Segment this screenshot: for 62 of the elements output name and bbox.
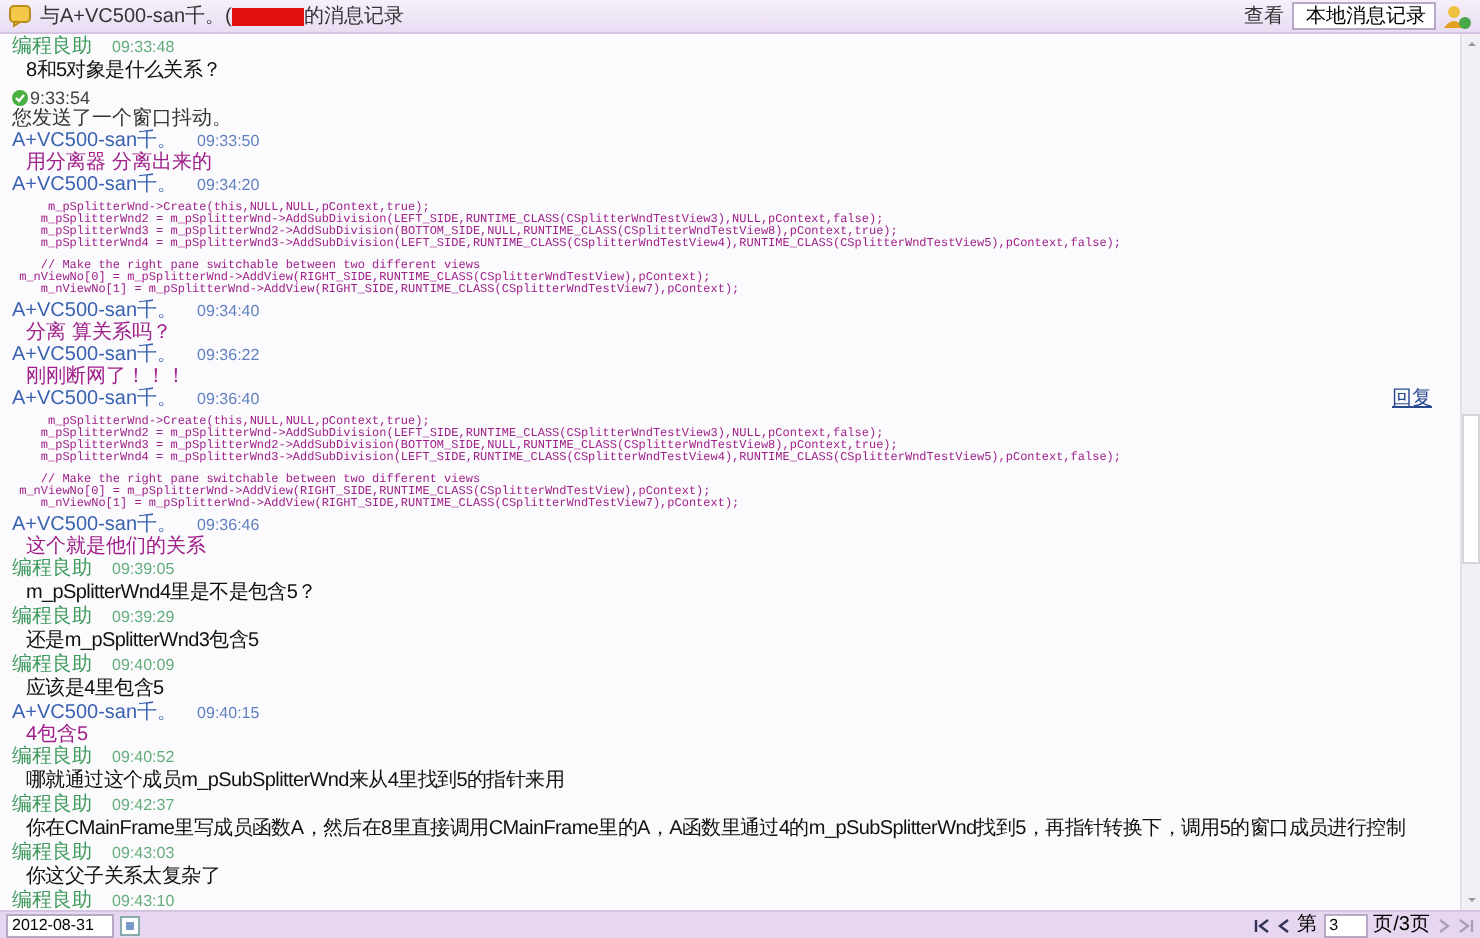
message-text: 这个就是他们的关系 (26, 538, 208, 558)
message-time: 09:43:10 (112, 890, 175, 910)
source-dropdown[interactable]: 本地消息记录 (1292, 2, 1436, 30)
message-text: 8和5对象是什么关系？ (24, 60, 224, 84)
message-time: 09:40:15 (197, 702, 260, 726)
sender-name: 编程良助 (12, 606, 92, 630)
message-time: 09:36:22 (197, 344, 260, 368)
page-field[interactable]: 3 (1323, 913, 1368, 937)
message-text: 你这父子关系太复杂了 (24, 866, 223, 889)
message-time: 09:36:46 (197, 514, 260, 535)
sender-name: 编程良助 (12, 842, 92, 865)
message-text: 还是m_pSplitterWnd3包含5 (24, 630, 261, 653)
message-time: 09:34:40 (197, 300, 260, 324)
message-text: 分离 算关系吗？ (24, 324, 174, 344)
message-time: 09:39:29 (112, 606, 175, 630)
redaction-bar (231, 7, 304, 25)
reply-link[interactable]: 回复 (1392, 388, 1432, 412)
sender-name: A+VC500-san千。 (12, 388, 178, 412)
page-total-label: 页/3页 (1373, 912, 1430, 938)
sender-name: 编程良助 (12, 890, 92, 910)
window-title: 与A+VC500-san千。( (40, 3, 232, 31)
message-text: 用分离器 分离出来的 (24, 154, 214, 174)
previous-page-icon[interactable] (1275, 917, 1292, 933)
message-time: 09:39:05 (112, 558, 175, 582)
message-text: 应该是4里包含5 (24, 678, 166, 701)
sender-name: A+VC500-san千。 (12, 174, 178, 198)
sender-name: A+VC500-san千。 (12, 130, 178, 152)
sender-name: 编程良助 (12, 36, 92, 59)
sender-name: A+VC500-san千。 (12, 300, 178, 322)
window-title-suffix: 的消息记录 (303, 3, 404, 31)
sender-name: 编程良助 (12, 746, 92, 769)
message-text: 刚刚断网了！！！ (24, 368, 188, 388)
scroll-thumb[interactable] (1462, 414, 1480, 564)
system-notice: 您发送了一个窗口抖动。 (12, 108, 234, 130)
sender-name: A+VC500-san千。 (12, 514, 178, 536)
sender-name: 编程良助 (12, 654, 92, 677)
check-icon (12, 90, 28, 106)
sender-name: 编程良助 (12, 558, 92, 582)
message-time: 09:40:52 (112, 746, 175, 769)
first-page-icon[interactable] (1253, 917, 1270, 933)
message-time: 09:33:50 (197, 130, 260, 152)
sender-name: A+VC500-san千。 (12, 344, 178, 366)
message-text: 哪就通过这个成员m_pSubSplitterWnd来从4里找到5的指针来用 (24, 770, 566, 793)
message-text: 你在CMainFrame里写成员函数A，然后在8里直接调用CMainFrame里的A，A函数里通过4的m_pSubSplitterWnd找到5，再指针转换下，调用5的窗口成员进行控制 (24, 818, 1407, 841)
page-label: 第 (1297, 912, 1318, 938)
date-field[interactable]: 2012-08-31 (6, 913, 114, 937)
sender-name: A+VC500-san千。 (12, 702, 178, 724)
message-text: m_pSplitterWnd4里是不是包含5？ (24, 582, 319, 605)
view-label: 查看 (1244, 3, 1284, 31)
sender-name: 编程良助 (12, 794, 92, 818)
message-time: 09:42:37 (112, 794, 175, 818)
message-time: 09:33:48 (112, 36, 175, 59)
message-time: 09:43:03 (112, 842, 175, 865)
contacts-icon[interactable] (1444, 3, 1472, 29)
chat-bubble-icon (8, 4, 32, 28)
message-time: 09:34:20 (197, 174, 260, 198)
message-time: 9:33:54 (30, 88, 91, 108)
calendar-button[interactable] (120, 915, 140, 935)
scrollbar[interactable] (1460, 34, 1480, 910)
message-time: 09:36:40 (197, 388, 260, 412)
message-text: 4包含5 (26, 726, 89, 746)
message-time: 09:40:09 (112, 654, 175, 677)
